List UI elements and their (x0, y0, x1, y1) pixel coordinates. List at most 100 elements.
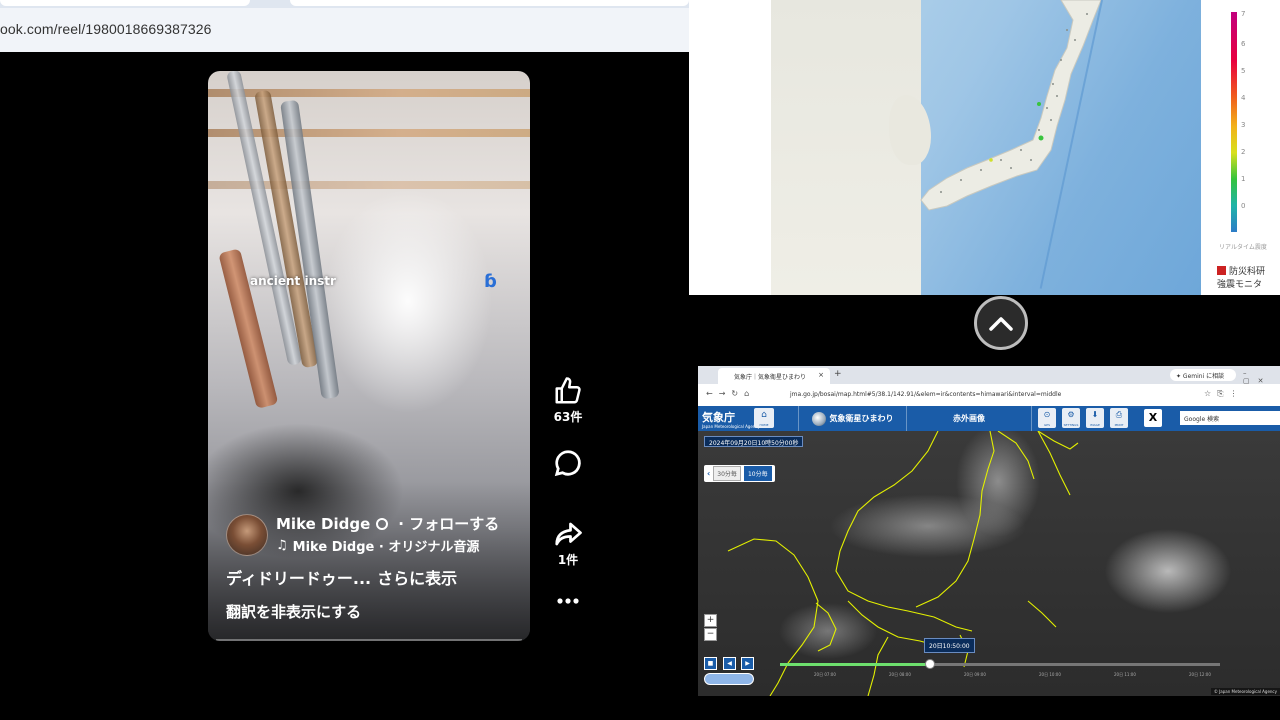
image-download-button[interactable]: ⬇ IMAGE (1086, 408, 1104, 428)
comment-bubble-icon (554, 450, 581, 477)
thumbs-up-icon (555, 377, 581, 404)
scale-label: 5 (1241, 67, 1246, 75)
scale-label: 6 (1241, 40, 1246, 48)
nied-logo-line1: 防災科研 (1229, 267, 1266, 277)
seismic-map[interactable] (771, 0, 1201, 295)
timeline-tick-label: 20日 10:00 (1039, 672, 1061, 677)
author-row: Mike Didge · フォローする (276, 513, 499, 534)
step-forward-button[interactable]: ▶ (741, 657, 754, 670)
playback-speed-toggle[interactable] (704, 673, 754, 685)
scale-label: 7 (1241, 10, 1246, 18)
audio-link[interactable]: ♫ Mike Didge · オリジナル音源 (276, 536, 479, 555)
scale-label: 2 (1241, 148, 1246, 156)
tool-label: IMAGE (1090, 423, 1100, 427)
tab-close-icon[interactable]: × (818, 371, 824, 379)
scale-label: 3 (1241, 121, 1246, 129)
share-button[interactable]: 1件 (548, 519, 588, 568)
jma-tab-title: 気象庁｜気象衛星ひまわり (734, 374, 807, 381)
menu-image-type[interactable]: 赤外画像 (906, 406, 1032, 431)
more-dots-icon (557, 598, 579, 604)
zoom-out-button[interactable]: − (704, 628, 717, 641)
jma-logo[interactable]: 気象庁 Japan Meteorological Agency (702, 409, 760, 429)
timeline-progress (780, 663, 930, 666)
image-timestamp: 2024年09月20日10時50分00秒 (704, 436, 804, 447)
jma-tab-strip: 気象庁｜気象衛星ひまわり × + ✦ Gemini に相談 –▢✕ (698, 366, 1280, 385)
japan-outline (920, 0, 1102, 211)
browser-tool-icons[interactable]: ☆⎘⋮ (1204, 389, 1244, 399)
timeline-slider[interactable] (780, 659, 1220, 669)
timeline-tick-label: 20日 11:00 (1114, 672, 1136, 677)
like-count: 63件 (553, 410, 583, 424)
jma-address-text[interactable]: jma.go.jp/bosai/map.html#5/38.1/142.91/&… (790, 391, 1061, 398)
scale-label: 4 (1241, 94, 1246, 102)
jma-satellite-window: 気象庁｜気象衛星ひまわり × + ✦ Gemini に相談 –▢✕ ←→↻⌂ j… (698, 366, 1280, 696)
description-text: ディドリードゥー... (226, 569, 372, 588)
follow-button[interactable]: · フォローする (398, 513, 499, 534)
reel-video[interactable]: ancient instr ɓ Mike Didge · フォローする ♫ Mi… (208, 71, 530, 641)
timeline-tick-label: 20日 08:00 (889, 672, 911, 677)
video-progress-bar[interactable] (216, 639, 522, 641)
tool-label: GPS (1043, 423, 1051, 427)
interval-30min[interactable]: 30分毎 (713, 466, 741, 481)
jma-logo-sub: Japan Meteorological Agency (702, 424, 760, 429)
share-count: 1件 (557, 553, 579, 567)
home-label: HOME (759, 423, 769, 427)
menu-satellite-label: 気象衛星ひまわり (829, 414, 894, 423)
share-arrow-icon (555, 522, 582, 546)
stop-button[interactable]: ■ (704, 657, 717, 670)
browser-tab[interactable] (290, 0, 689, 6)
home-button[interactable]: ⌂ HOME (754, 408, 774, 428)
more-button[interactable] (548, 596, 588, 606)
scale-label: 0 (1241, 202, 1246, 210)
audio-label: Mike Didge · オリジナル音源 (292, 540, 480, 555)
zoom-in-button[interactable]: + (704, 614, 717, 627)
jma-logo-text: 気象庁 (702, 411, 735, 424)
intensity-color-bar (1231, 12, 1237, 232)
author-name[interactable]: Mike Didge (276, 515, 370, 533)
settings-button[interactable]: ⚙ SETTINGS (1062, 408, 1080, 428)
tool-label: SETTINGS (1063, 423, 1079, 427)
reel-window: ook.com/reel/1980018669387326 ancient in… (0, 0, 689, 720)
nav-buttons[interactable]: ←→↻⌂ (706, 389, 755, 398)
gps-button[interactable]: ⊙ GPS (1038, 408, 1056, 428)
scale-caption: リアルタイム震度 (1219, 244, 1267, 251)
window-controls[interactable]: –▢✕ (1243, 369, 1280, 385)
gemini-button[interactable]: ✦ Gemini に相談 (1170, 369, 1236, 381)
menu-image-type-label: 赤外画像 (953, 414, 985, 423)
avatar[interactable] (226, 514, 268, 556)
x-share-button[interactable]: X (1144, 409, 1162, 427)
menu-satellite[interactable]: 気象衛星ひまわり (798, 406, 906, 431)
screen: ook.com/reel/1980018669387326 ancient in… (0, 0, 1280, 720)
address-text: ook.com/reel/1980018669387326 (0, 21, 212, 37)
comment-button[interactable] (548, 448, 588, 478)
browser-tab[interactable] (0, 0, 250, 6)
satellite-image[interactable] (698, 431, 1280, 696)
jma-browser-tab[interactable]: 気象庁｜気象衛星ひまわり × (718, 368, 830, 384)
copyright-credit: © Japan Meteorological Agency (1210, 688, 1280, 695)
tool-label: PRINT (1114, 423, 1124, 427)
video-frame-detail (208, 129, 530, 137)
globe-icon (376, 517, 389, 530)
intensity-scale: 7 6 5 4 3 2 1 0 リアルタイム震度 防災科研 強震モニタ (1201, 0, 1280, 295)
nied-logo-line2: 強震モニタ (1217, 280, 1263, 290)
timeline-tick-label: 20日 09:00 (964, 672, 986, 677)
timeline-handle[interactable] (924, 659, 935, 669)
collapse-button[interactable] (974, 296, 1028, 350)
jma-header: 気象庁 Japan Meteorological Agency ⌂ HOME 気象… (698, 406, 1280, 431)
new-tab-button[interactable]: + (834, 369, 842, 379)
address-bar[interactable]: ook.com/reel/1980018669387326 (0, 14, 689, 44)
nied-logo-icon (1217, 266, 1226, 275)
google-search-input[interactable]: Google 検索 (1180, 411, 1280, 425)
current-time-tooltip: 20日10:50:00 (924, 638, 975, 653)
seismic-monitor-window: 7 6 5 4 3 2 1 0 リアルタイム震度 防災科研 強震モニタ (689, 0, 1280, 295)
step-back-button[interactable]: ◀ (723, 657, 736, 670)
like-button[interactable]: 63件 (548, 376, 588, 425)
print-button[interactable]: ⎙ PRINT (1110, 408, 1128, 428)
video-overlay-text: ancient instr (250, 274, 336, 288)
chevron-left-icon[interactable]: ‹ (707, 469, 710, 478)
tab-strip (0, 0, 689, 8)
hide-translation-link[interactable]: 翻訳を非表示にする (226, 601, 361, 622)
see-more-link[interactable]: さらに表示 (377, 565, 457, 589)
satellite-globe-icon (811, 411, 826, 426)
interval-10min[interactable]: 10分毎 (743, 466, 772, 481)
